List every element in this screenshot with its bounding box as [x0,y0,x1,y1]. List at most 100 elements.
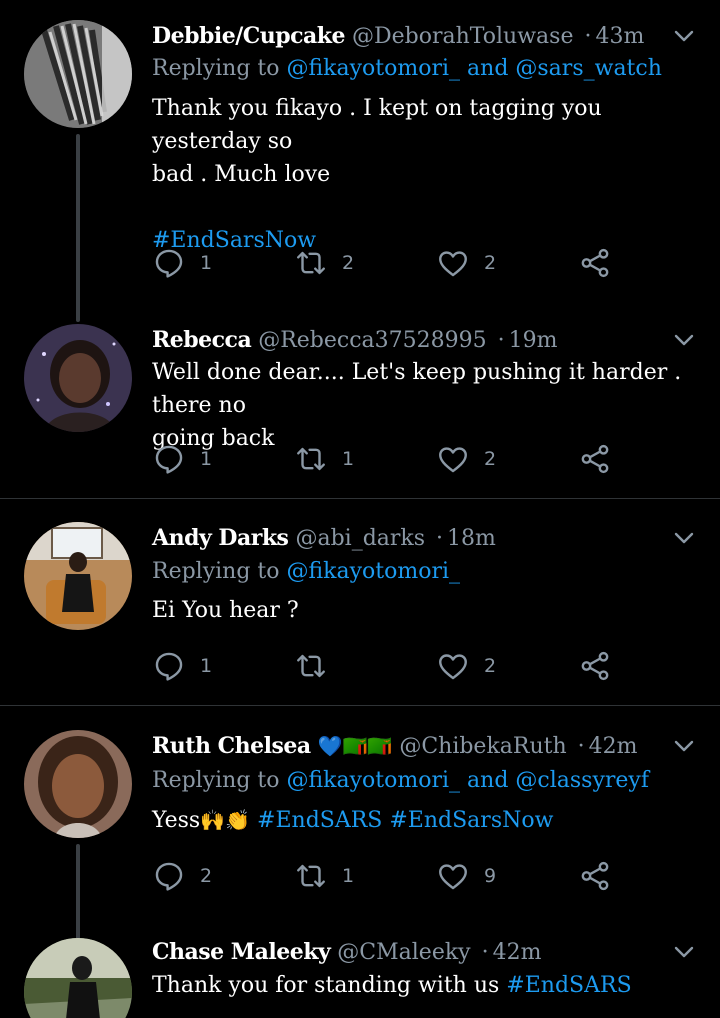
reply-button[interactable]: 1 [152,646,212,686]
replying-to-label: Replying to [152,559,287,584]
reply-button[interactable]: 1 [152,439,212,479]
avatar-image [24,938,132,1018]
user-handle[interactable]: @DeborahToluwase [352,24,573,49]
reply-count: 1 [200,655,213,677]
retweet-button[interactable]: 1 [294,439,354,479]
timestamp[interactable]: 42m [493,940,542,965]
like-icon [439,864,467,890]
chevron-down-icon[interactable] [672,24,696,48]
share-button[interactable] [578,439,612,479]
share-icon [581,444,609,474]
text-line: bad . Much love [152,162,331,187]
avatar[interactable] [24,324,132,432]
text-line: Well done dear.... Let's keep pushing it… [152,360,682,418]
reply-button[interactable]: 2 [152,856,212,896]
avatar[interactable] [24,522,132,630]
display-name[interactable]: Chase Maleeky [152,939,331,965]
tweet-text: Ei You hear ? [152,594,682,627]
retweet-icon [297,447,325,471]
avatar-image [24,324,132,432]
user-handle[interactable]: @ChibekaRuth [399,734,566,759]
tweet-andy[interactable]: Andy Darks @abi_darks · 18m Replying to @… [0,520,720,700]
reply-icon [155,445,183,474]
retweet-button[interactable]: 1 [294,856,354,896]
retweet-icon [297,251,325,275]
like-count: 2 [484,252,497,274]
tweet-ruth[interactable]: Ruth Chelsea 💙🇿🇲🇿🇲 @ChibekaRuth · 42m Rep… [0,728,720,942]
avatar[interactable] [24,938,132,1018]
share-button[interactable] [578,243,612,283]
replying-to-users[interactable]: @fikayotomori_ [287,559,461,584]
text-line: Thank you fikayo . I kept on tagging you… [152,96,602,154]
avatar[interactable] [24,20,132,128]
chevron-down-icon[interactable] [672,328,696,352]
retweet-icon [297,654,325,678]
tweet-header: Chase Maleeky @CMaleeky · 42m [152,934,541,970]
timestamp[interactable]: 18m [447,526,496,551]
text-line: Ei You hear ? [152,598,299,623]
user-handle[interactable]: @Rebecca37528995 [258,328,486,353]
tweet-divider [0,498,720,499]
tweet-rebecca[interactable]: Rebecca @Rebecca37528995 · 19m Well done … [0,322,720,498]
replying-to-users[interactable]: @fikayotomori_ and @classyreyf [287,768,649,793]
text-content: Yess [152,808,201,833]
avatar[interactable] [24,730,132,838]
tweet-header: Debbie/Cupcake @DeborahToluwase · 43m [152,18,644,54]
separator-dot: · [584,24,592,49]
replying-to-label: Replying to [152,768,287,793]
tweet-text: Yess🙌👏 #EndSARS #EndSarsNow [152,804,682,837]
display-name[interactable]: Debbie/Cupcake [152,23,346,49]
replying-to: Replying to @fikayotomori_ and @sars_wat… [152,52,662,86]
chevron-down-icon[interactable] [672,940,696,964]
text-content: Thank you for standing with us [152,973,507,998]
avatar-image [24,522,132,630]
like-icon [439,251,467,277]
reply-icon [155,862,183,891]
display-name[interactable]: Ruth Chelsea [152,733,311,759]
share-button[interactable] [578,856,612,896]
replying-to-users[interactable]: @fikayotomori_ and @sars_watch [287,56,662,81]
text-emojis: 🙌👏 [200,808,251,832]
tweet-actions: 1 1 2 [152,439,632,479]
hashtag-link[interactable]: #EndSARS [506,973,631,998]
retweet-button[interactable] [294,646,342,686]
reply-button[interactable]: 1 [152,243,212,283]
retweet-icon [297,864,325,888]
share-button[interactable] [578,646,612,686]
timestamp[interactable]: 43m [595,24,644,49]
chevron-down-icon[interactable] [672,734,696,758]
tweet-actions: 2 1 9 [152,856,632,896]
avatar-image [24,20,132,128]
like-icon [439,654,467,680]
reply-icon [155,652,183,681]
replying-to-label: Replying to [152,56,287,81]
like-button[interactable]: 2 [436,243,496,283]
timestamp[interactable]: 19m [509,328,558,353]
name-emojis: 💙🇿🇲🇿🇲 [317,734,393,758]
tweet-header: Rebecca @Rebecca37528995 · 19m [152,322,558,358]
chevron-down-icon[interactable] [672,526,696,550]
display-name[interactable]: Rebecca [152,327,252,353]
thread-line [76,134,80,322]
tweet-chase[interactable]: Chase Maleeky @CMaleeky · 42m Thank you f… [0,934,720,1018]
like-icon [439,447,467,473]
like-button[interactable]: 2 [436,439,496,479]
separator-dot: · [436,526,444,551]
retweet-button[interactable]: 2 [294,243,354,283]
tweet-debbie[interactable]: Debbie/Cupcake @DeborahToluwase · 43m Rep… [0,18,720,322]
like-button[interactable]: 9 [436,856,496,896]
like-count: 9 [484,865,497,887]
hashtag-links[interactable]: #EndSARS #EndSarsNow [257,808,553,833]
tweet-text: Thank you for standing with us #EndSARS [152,969,682,1002]
timestamp[interactable]: 42m [589,734,638,759]
tweet-actions: 1 2 2 [152,243,632,283]
share-icon [581,651,609,681]
user-handle[interactable]: @abi_darks [295,526,425,551]
share-icon [581,248,609,278]
user-handle[interactable]: @CMaleeky [337,940,470,965]
like-button[interactable]: 2 [436,646,496,686]
reply-count: 1 [200,448,213,470]
tweet-header: Andy Darks @abi_darks · 18m [152,520,496,556]
display-name[interactable]: Andy Darks [152,525,289,551]
separator-dot: · [497,328,505,353]
